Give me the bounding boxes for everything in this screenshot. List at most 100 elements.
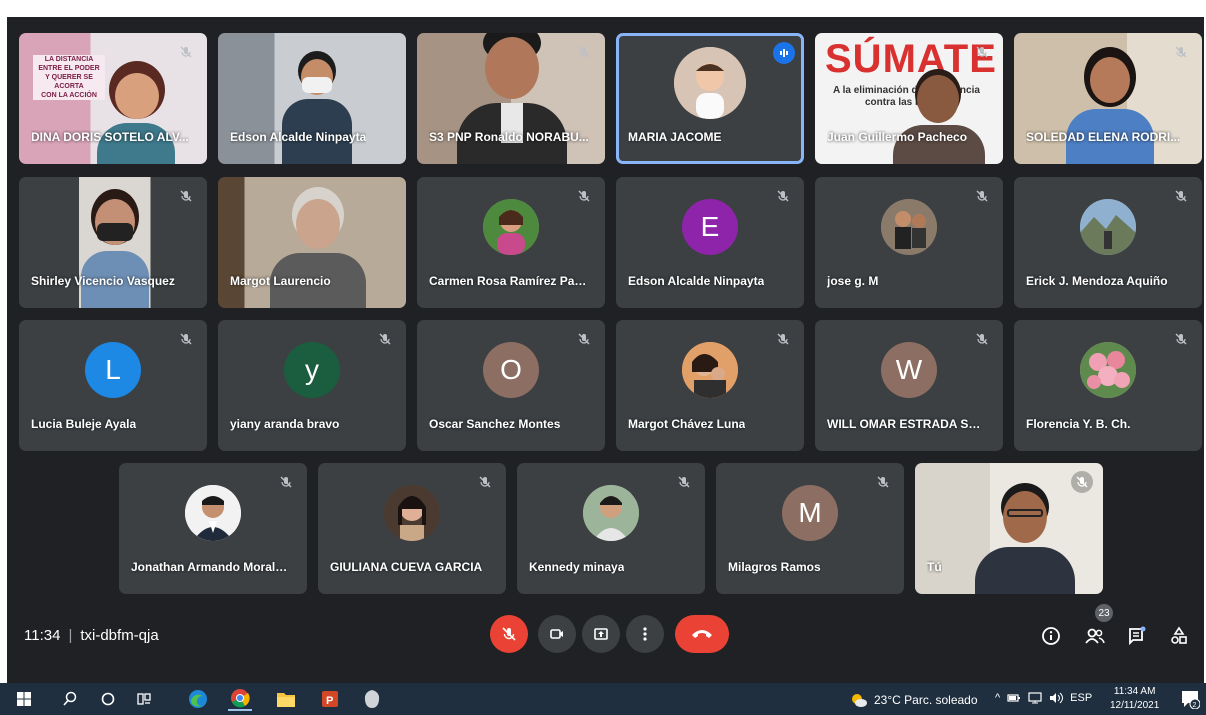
mic-off-icon xyxy=(1170,328,1192,350)
mic-off-icon xyxy=(971,328,993,350)
participant-tile[interactable]: LA DISTANCIA ENTRE EL PODER Y QUERER SE … xyxy=(19,33,207,164)
taskbar-clock[interactable]: 11:34 AM 12/11/2021 xyxy=(1110,685,1159,713)
search-icon[interactable] xyxy=(58,687,82,711)
task-view-icon[interactable] xyxy=(132,687,156,711)
mic-off-icon xyxy=(1170,41,1192,63)
present-button[interactable] xyxy=(582,615,620,653)
participant-tile[interactable]: Margot Laurencio xyxy=(218,177,406,308)
participant-name: Edson Alcalde Ninpayta xyxy=(628,274,765,288)
participant-name: Tú xyxy=(927,560,942,574)
leave-call-button[interactable] xyxy=(675,615,729,653)
avatar xyxy=(1080,341,1136,398)
avatar-letter: O xyxy=(483,341,539,398)
camera-toggle-button[interactable] xyxy=(538,615,576,653)
participant-tile[interactable]: M Milagros Ramos xyxy=(716,463,904,594)
poster-text: LA DISTANCIA xyxy=(44,56,94,63)
meeting-details-button[interactable] xyxy=(1038,623,1064,649)
people-button[interactable] xyxy=(1082,623,1108,649)
participant-name: GIULIANA CUEVA GARCIA xyxy=(330,560,483,574)
svg-text:P: P xyxy=(326,695,333,707)
powerpoint-icon[interactable]: P xyxy=(318,687,342,711)
poster-text: Y QUERER SE ACORTA xyxy=(45,74,93,90)
mic-off-icon xyxy=(971,41,993,63)
participant-tile[interactable]: Shirley Vicencio Vasquez xyxy=(19,177,207,308)
participant-tile[interactable]: Erick J. Mendoza Aquiño xyxy=(1014,177,1202,308)
participant-name: WILL OMAR ESTRADA SAL... xyxy=(827,417,987,431)
participant-tile[interactable]: y yiany aranda bravo xyxy=(218,320,406,451)
participant-tile[interactable]: L Lucia Buleje Ayala xyxy=(19,320,207,451)
volume-icon[interactable] xyxy=(1049,692,1064,704)
video-person xyxy=(457,33,567,164)
file-explorer-icon[interactable] xyxy=(274,687,298,711)
video-person xyxy=(893,69,985,164)
participant-tile[interactable]: Carmen Rosa Ramírez Pas... xyxy=(417,177,605,308)
participant-tile[interactable]: Florencia Y. B. Ch. xyxy=(1014,320,1202,451)
participant-name: Edson Alcalde Ninpayta xyxy=(230,130,367,144)
participant-name: jose g. M xyxy=(827,274,879,288)
activities-button[interactable] xyxy=(1166,623,1192,649)
participant-tile[interactable]: Kennedy minaya xyxy=(517,463,705,594)
app-icon[interactable] xyxy=(360,687,384,711)
avatar xyxy=(384,484,440,541)
chevron-up-icon[interactable]: ^ xyxy=(995,692,1000,704)
mic-toggle-button[interactable] xyxy=(490,615,528,653)
poster-text: CON LA ACCIÓN xyxy=(41,92,97,99)
participant-tile[interactable]: O Oscar Sanchez Montes xyxy=(417,320,605,451)
video-person xyxy=(278,51,356,164)
avatar xyxy=(682,341,738,398)
participant-tile-speaking[interactable]: MARIA JACOME xyxy=(616,33,804,164)
mic-off-icon xyxy=(175,41,197,63)
participant-name: Milagros Ramos xyxy=(728,560,821,574)
input-language[interactable]: ESP xyxy=(1070,692,1092,704)
mic-off-icon xyxy=(573,185,595,207)
participant-tile[interactable]: GIULIANA CUEVA GARCIA xyxy=(318,463,506,594)
participant-tile-self[interactable]: Tú xyxy=(915,463,1103,594)
participant-tile[interactable]: Edson Alcalde Ninpayta xyxy=(218,33,406,164)
participant-tile[interactable]: E Edson Alcalde Ninpayta xyxy=(616,177,804,308)
poster-text: ENTRE EL PODER xyxy=(38,65,100,72)
avatar-letter: M xyxy=(782,484,838,541)
weather-text: 23°C Parc. soleado xyxy=(874,693,978,707)
mic-off-icon xyxy=(374,328,396,350)
cortana-icon[interactable] xyxy=(96,687,120,711)
mic-off-icon xyxy=(573,41,595,63)
chrome-browser-icon[interactable] xyxy=(228,687,252,711)
avatar-letter: E xyxy=(682,198,738,255)
more-options-button[interactable] xyxy=(626,615,664,653)
participant-tile[interactable]: W WILL OMAR ESTRADA SAL... xyxy=(815,320,1003,451)
participant-tile[interactable]: Margot Chávez Luna xyxy=(616,320,804,451)
participant-name: Margot Laurencio xyxy=(230,274,331,288)
chat-button[interactable] xyxy=(1124,623,1150,649)
mic-off-icon xyxy=(1170,185,1192,207)
battery-icon[interactable] xyxy=(1007,692,1021,704)
windows-taskbar: P 23°C Parc. soleado ^ ESP 11:34 AM 12/1… xyxy=(0,683,1206,715)
notification-center-icon[interactable]: 2 xyxy=(1180,689,1201,710)
participant-name: Jonathan Armando Morale... xyxy=(131,560,291,574)
participant-tile[interactable]: SOLEDAD ELENA RODRI... xyxy=(1014,33,1202,164)
meeting-code: txi-dbfm-qja xyxy=(80,627,159,644)
speaking-indicator-icon xyxy=(773,42,795,64)
divider: | xyxy=(68,627,73,644)
participant-tile[interactable]: SÚMATE A la eliminación de la violencia … xyxy=(815,33,1003,164)
participant-name: Lucia Buleje Ayala xyxy=(31,417,137,431)
avatar xyxy=(583,484,639,541)
participant-tile[interactable]: S3 PNP Ronaldo NORABU... xyxy=(417,33,605,164)
mic-off-icon xyxy=(175,328,197,350)
windows-start-icon[interactable] xyxy=(12,687,36,711)
edge-browser-icon[interactable] xyxy=(186,687,210,711)
network-icon[interactable] xyxy=(1028,692,1042,704)
meeting-time: 11:34 xyxy=(24,627,61,644)
weather-widget[interactable]: 23°C Parc. soleado xyxy=(850,692,978,708)
avatar xyxy=(483,198,539,255)
mic-off-icon xyxy=(772,185,794,207)
mic-off-icon xyxy=(175,185,197,207)
mic-off-icon xyxy=(872,471,894,493)
meet-window: LA DISTANCIA ENTRE EL PODER Y QUERER SE … xyxy=(7,17,1204,683)
participant-tile[interactable]: jose g. M xyxy=(815,177,1003,308)
mic-off-icon xyxy=(673,471,695,493)
participant-name: Shirley Vicencio Vasquez xyxy=(31,274,175,288)
system-tray: ^ ESP xyxy=(995,692,1092,704)
clock-time: 11:34 AM xyxy=(1113,686,1156,697)
participant-tile[interactable]: Jonathan Armando Morale... xyxy=(119,463,307,594)
participant-name: SOLEDAD ELENA RODRI... xyxy=(1026,130,1181,144)
